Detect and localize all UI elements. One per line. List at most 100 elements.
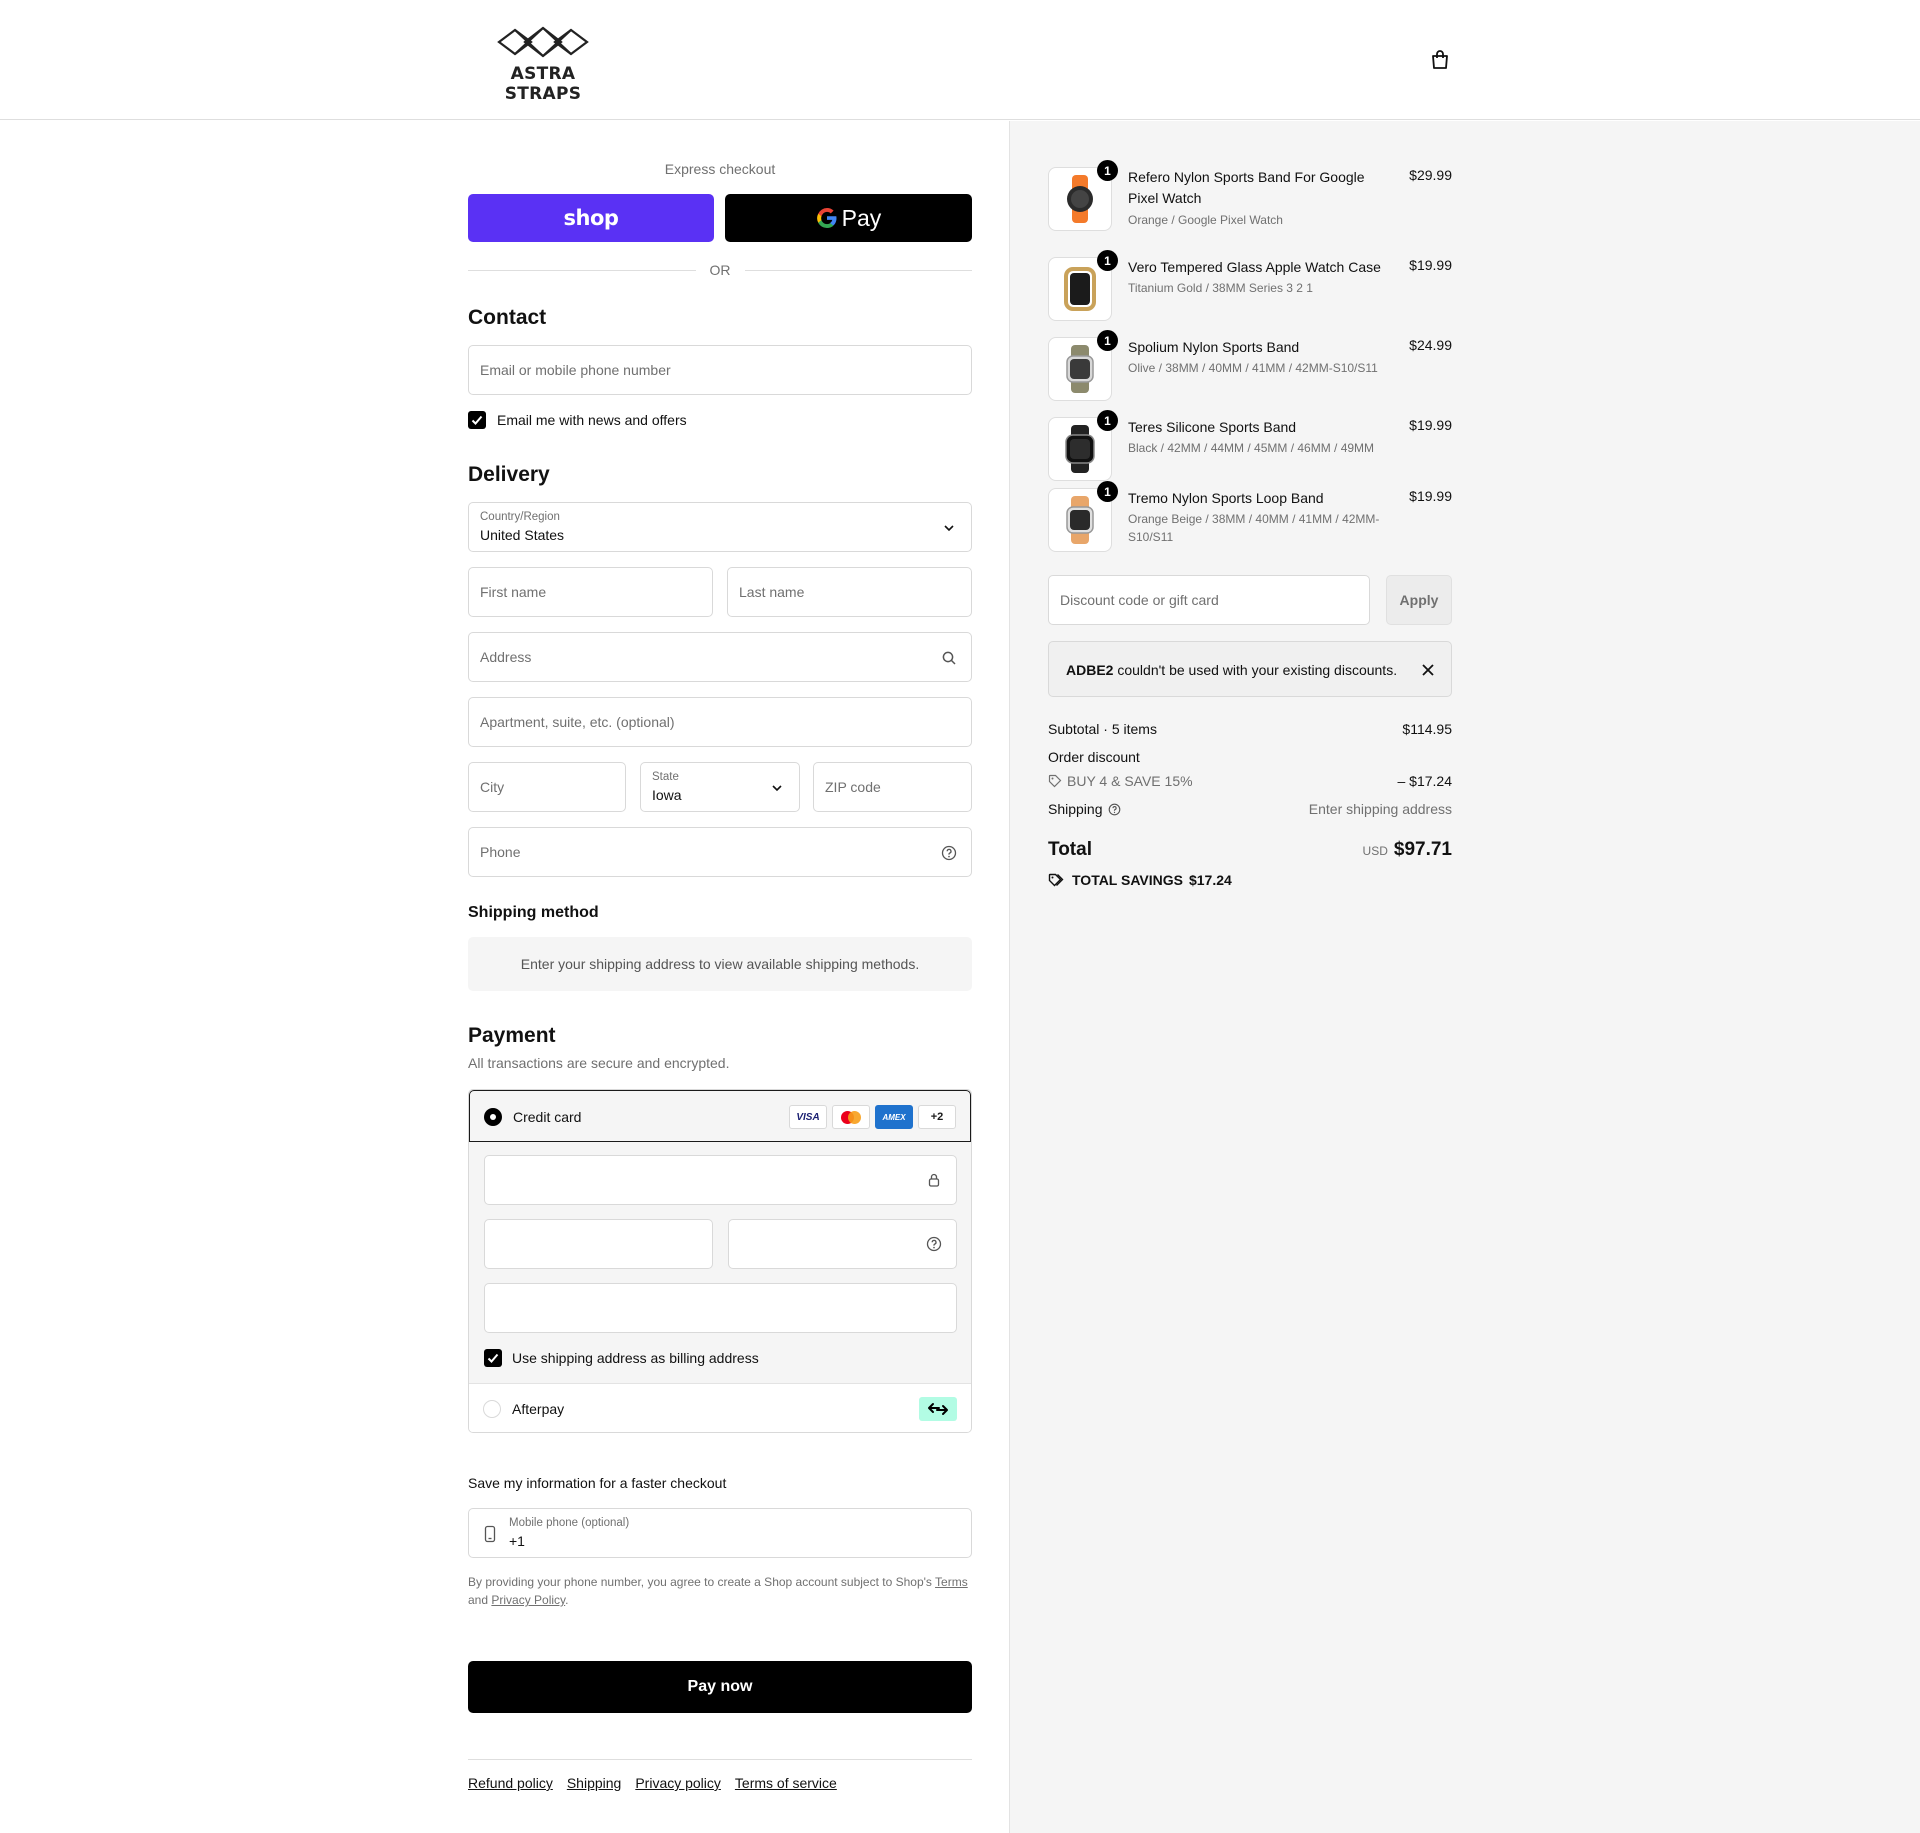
first-name-field[interactable]: First name: [468, 567, 713, 617]
legal-and: and: [468, 1593, 489, 1607]
item-price: $19.99: [1409, 417, 1452, 433]
brand-name: ASTRA STRAPS: [504, 64, 582, 104]
afterpay-option[interactable]: Afterpay: [469, 1383, 971, 1432]
email-field[interactable]: Email or mobile phone number: [468, 345, 972, 395]
item-name: Vero Tempered Glass Apple Watch Case: [1128, 259, 1381, 275]
apartment-placeholder: Apartment, suite, etc. (optional): [480, 714, 675, 730]
apply-discount-button[interactable]: Apply: [1386, 575, 1452, 625]
state-label: State: [652, 771, 679, 783]
payment-title: Payment: [468, 1024, 556, 1047]
discount-code-input[interactable]: Discount code or gift card: [1048, 575, 1370, 625]
visa-logo-icon: VISA: [789, 1105, 827, 1129]
last-name-placeholder: Last name: [739, 584, 805, 600]
total-amount: USD $97.71: [1363, 839, 1452, 861]
item-price: $29.99: [1409, 167, 1452, 183]
shop-legal-text: By providing your phone number, you agre…: [468, 1573, 972, 1609]
quantity-badge: 1: [1097, 160, 1118, 181]
shipping-value: Enter shipping address: [1308, 801, 1452, 817]
shipping-method-notice: Enter your shipping address to view avai…: [468, 937, 972, 991]
item-price: $19.99: [1409, 488, 1452, 504]
contact-title: Contact: [468, 306, 547, 329]
shipping-link[interactable]: Shipping: [567, 1775, 622, 1791]
phone-field[interactable]: Phone: [468, 827, 972, 877]
pay-now-button[interactable]: Pay now: [468, 1661, 972, 1713]
help-icon[interactable]: [926, 1236, 942, 1252]
subtotal-label: Subtotal · 5 items: [1048, 721, 1157, 737]
total-currency: USD: [1362, 844, 1388, 858]
shipping-method-title: Shipping method: [468, 904, 599, 921]
total-value: $97.71: [1393, 839, 1452, 860]
mobile-phone-field[interactable]: Mobile phone (optional) +1: [468, 1508, 972, 1558]
google-g-icon: [816, 207, 837, 229]
newsletter-checkbox[interactable]: [468, 411, 486, 429]
tag-icon: [1048, 873, 1064, 887]
item-variant: Titanium Gold / 38MM Series 3 2 1: [1128, 281, 1313, 295]
chevron-down-icon: [944, 525, 954, 532]
item-variant: Orange / Google Pixel Watch: [1128, 213, 1283, 227]
brand-logo[interactable]: ASTRA STRAPS: [476, 24, 610, 104]
country-select[interactable]: Country/Region United States: [468, 502, 972, 552]
terms-link[interactable]: Terms: [935, 1575, 968, 1589]
credit-card-form: Use shipping address as billing address: [469, 1142, 971, 1383]
item-variant: Orange Beige / 38MM / 40MM / 41MM / 42MM…: [1128, 512, 1380, 544]
or-divider: OR: [468, 260, 972, 280]
shopping-bag-icon[interactable]: [1428, 48, 1452, 72]
item-name: Tremo Nylon Sports Loop Band: [1128, 490, 1324, 506]
security-code-field[interactable]: [728, 1219, 957, 1269]
tag-icon: [1048, 774, 1062, 788]
mobile-phone-icon: [484, 1525, 496, 1543]
lock-icon: [928, 1173, 940, 1187]
discount-value: – $17.24: [1397, 773, 1453, 789]
close-icon[interactable]: [1419, 661, 1437, 679]
afterpay-radio[interactable]: [483, 1400, 501, 1418]
order-summary-panel: [1009, 121, 1920, 1833]
billing-address-checkbox[interactable]: [484, 1349, 502, 1367]
name-on-card-field[interactable]: [484, 1283, 957, 1333]
phone-placeholder: Phone: [480, 844, 521, 860]
shop-pay-button[interactable]: shop: [468, 194, 714, 242]
item-name: Refero Nylon Sports Band For Google Pixe…: [1128, 169, 1365, 206]
savings-label: TOTAL SAVINGS: [1072, 872, 1183, 888]
privacy-policy-link[interactable]: Privacy Policy: [491, 1593, 565, 1607]
amex-logo-icon: AMEX: [875, 1105, 913, 1129]
express-checkout-label: Express checkout: [664, 161, 776, 177]
apartment-field[interactable]: Apartment, suite, etc. (optional): [468, 697, 972, 747]
card-number-field[interactable]: [484, 1155, 957, 1205]
last-name-field[interactable]: Last name: [727, 567, 972, 617]
card-brand-logos: VISA AMEX +2: [789, 1105, 956, 1129]
checkmark-icon: [471, 415, 483, 425]
state-select[interactable]: State Iowa: [640, 762, 800, 812]
delivery-title: Delivery: [468, 463, 550, 486]
country-value: United States: [480, 527, 565, 543]
help-icon[interactable]: [1108, 803, 1121, 816]
expiration-date-field[interactable]: [484, 1219, 713, 1269]
email-placeholder: Email or mobile phone number: [480, 362, 671, 378]
order-discount-row: Order discount: [1048, 749, 1452, 765]
payment-subtitle: All transactions are secure and encrypte…: [468, 1055, 730, 1071]
zip-field[interactable]: ZIP code: [813, 762, 972, 812]
newsletter-label: Email me with news and offers: [497, 412, 687, 428]
quantity-badge: 1: [1097, 410, 1118, 431]
chevron-down-icon: [772, 785, 782, 792]
help-icon[interactable]: [941, 845, 957, 861]
city-field[interactable]: City: [468, 762, 626, 812]
discount-name: BUY 4 & SAVE 15%: [1067, 773, 1193, 789]
item-price: $19.99: [1409, 257, 1452, 273]
discount-error-message: couldn't be used with your existing disc…: [1117, 662, 1398, 678]
order-discount-label: Order discount: [1048, 749, 1140, 765]
privacy-policy-footer-link[interactable]: Privacy policy: [635, 1775, 721, 1791]
more-cards-badge: +2: [918, 1105, 956, 1129]
google-pay-button[interactable]: Pay: [725, 194, 972, 242]
terms-of-service-link[interactable]: Terms of service: [735, 1775, 837, 1791]
quantity-badge: 1: [1097, 330, 1118, 351]
credit-card-option[interactable]: Credit card VISA AMEX +2: [469, 1090, 971, 1142]
or-label: OR: [709, 262, 731, 278]
logo-mark-icon: [497, 26, 589, 58]
address-field[interactable]: Address: [468, 632, 972, 682]
billing-address-label: Use shipping address as billing address: [512, 1350, 759, 1366]
discount-error-notice: ADBE2 couldn't be used with your existin…: [1048, 641, 1452, 697]
checkmark-icon: [487, 1353, 499, 1363]
subtotal-row: Subtotal · 5 items $114.95: [1048, 721, 1452, 737]
refund-policy-link[interactable]: Refund policy: [468, 1775, 553, 1791]
credit-card-radio[interactable]: [484, 1108, 502, 1126]
